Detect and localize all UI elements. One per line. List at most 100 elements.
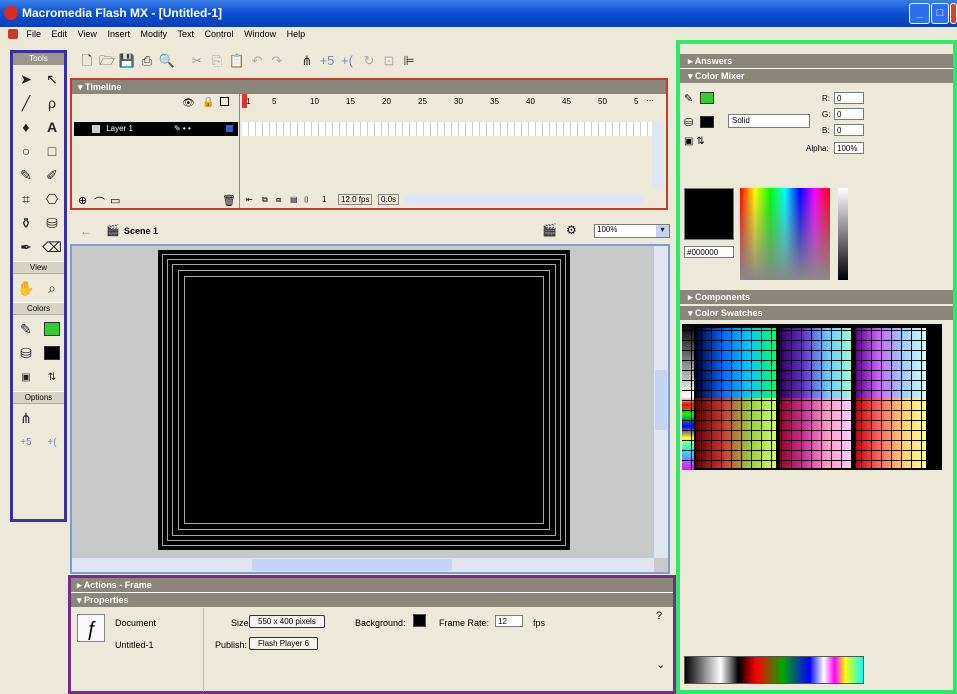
straighten-icon[interactable]: +( <box>41 431 63 453</box>
close-button[interactable] <box>950 3 957 24</box>
mixer-fill-swatch[interactable] <box>700 116 714 128</box>
lock-icon[interactable]: 🔒 <box>202 97 214 108</box>
fill-color-swatch[interactable] <box>41 342 63 364</box>
back-arrow-icon[interactable]: ← <box>80 224 92 238</box>
straighten-toolbar-icon[interactable]: +( <box>338 52 356 70</box>
help-icon[interactable]: ? <box>656 610 662 622</box>
pencil-tool-icon[interactable]: ✎ <box>15 164 37 186</box>
properties-panel-header[interactable]: ▾ Properties <box>71 592 673 607</box>
print-preview-icon[interactable]: 🔍 <box>158 52 176 70</box>
line-tool-icon[interactable]: ╱ <box>15 92 37 114</box>
oval-tool-icon[interactable]: ○ <box>15 140 37 162</box>
subselect-tool-icon[interactable]: ↖ <box>41 68 63 90</box>
color-spectrum[interactable] <box>740 188 830 280</box>
smooth-toolbar-icon[interactable]: +5 <box>318 52 336 70</box>
fill-style-select[interactable]: Solid <box>728 114 810 128</box>
size-button[interactable]: 550 x 400 pixels <box>249 615 325 628</box>
color-mixer-header[interactable]: ▾ Color Mixer <box>680 68 953 83</box>
align-icon[interactable]: ⊫ <box>400 52 418 70</box>
edit-symbols-icon[interactable]: ⚙ <box>566 223 577 237</box>
ink-bottle-tool-icon[interactable]: ⚱ <box>15 212 37 234</box>
free-transform-tool-icon[interactable]: ⌗ <box>15 188 37 210</box>
layer-row[interactable]: Layer 1 ✎ • • <box>74 122 238 136</box>
edit-multiple-icon[interactable]: ▤ <box>290 195 298 204</box>
layer-color-box[interactable] <box>226 125 233 132</box>
zoom-tool-icon[interactable]: ⌕ <box>41 277 63 299</box>
layer-frames[interactable] <box>242 122 652 136</box>
timeline-title[interactable]: ▾ Timeline <box>72 80 666 94</box>
arrow-tool-icon[interactable]: ➤ <box>15 68 37 90</box>
fill-color-icon[interactable]: ⛁ <box>15 342 37 364</box>
swap-colors-icon[interactable]: ⇅ <box>41 366 63 388</box>
text-tool-icon[interactable]: A <box>41 116 63 138</box>
menu-edit[interactable]: Edit <box>48 27 72 41</box>
gradient-swatches[interactable] <box>684 656 864 684</box>
paint-bucket-tool-icon[interactable]: ⛁ <box>41 212 63 234</box>
rotate-icon[interactable]: ↻ <box>360 52 378 70</box>
components-header[interactable]: ▸ Components <box>680 290 953 304</box>
green-input[interactable] <box>834 108 864 120</box>
brush-tool-icon[interactable]: ✐ <box>41 164 63 186</box>
default-colors-mixer-icon[interactable]: ▣ ⇅ <box>684 136 705 147</box>
default-colors-icon[interactable]: ▣ <box>15 366 37 388</box>
menu-help[interactable]: Help <box>283 27 310 41</box>
eraser-tool-icon[interactable]: ⌫ <box>41 236 63 258</box>
hex-input[interactable] <box>684 246 734 258</box>
menu-insert[interactable]: Insert <box>103 27 134 41</box>
insert-layer-icon[interactable]: ⊕ <box>78 194 87 207</box>
menu-file[interactable]: File <box>23 27 46 41</box>
eye-icon[interactable]: 👁 <box>182 98 195 109</box>
answers-panel-header[interactable]: ▸ Answers <box>680 54 953 68</box>
new-file-icon[interactable]: 🗋 <box>78 52 96 70</box>
paste-icon[interactable]: 📋 <box>228 52 246 70</box>
delete-layer-icon[interactable]: 🗑 <box>222 194 236 207</box>
rectangle-tool-icon[interactable]: □ <box>41 140 63 162</box>
snap-to-objects-icon[interactable]: ⋔ <box>15 407 37 429</box>
redo-icon[interactable]: ↷ <box>268 52 286 70</box>
save-icon[interactable]: 💾 <box>118 52 136 70</box>
scale-icon[interactable]: ⊡ <box>380 52 398 70</box>
stroke-color-swatch[interactable] <box>41 318 63 340</box>
open-file-icon[interactable]: 🗁 <box>98 52 116 70</box>
expand-icon[interactable]: ⌄ <box>656 658 665 671</box>
smooth-icon[interactable]: +5 <box>15 431 37 453</box>
timeline-vscroll[interactable] <box>652 122 664 190</box>
red-input[interactable] <box>834 92 864 104</box>
zoom-select[interactable]: 100% ▾ <box>594 224 670 238</box>
alpha-input[interactable] <box>834 142 864 154</box>
background-color-swatch[interactable] <box>413 614 426 627</box>
hand-tool-icon[interactable]: ✋ <box>15 277 37 299</box>
snap-magnet-icon[interactable]: ⋔ <box>298 52 316 70</box>
menu-modify[interactable]: Modify <box>136 27 171 41</box>
actions-panel-header[interactable]: ▸ Actions - Frame <box>71 578 673 592</box>
publish-button[interactable]: Flash Player 6 <box>249 637 319 650</box>
stage-canvas[interactable] <box>158 250 570 550</box>
timeline-options-icon[interactable]: ⋯ <box>646 96 654 105</box>
swatch-grid[interactable] <box>682 324 942 470</box>
color-swatches-header[interactable]: ▾ Color Swatches <box>680 306 953 320</box>
frame-rate-input[interactable] <box>495 615 523 627</box>
stage-hscroll[interactable] <box>72 558 654 572</box>
center-frame-icon[interactable]: ⇤ <box>246 195 253 204</box>
insert-folder-icon[interactable]: ▭ <box>110 194 120 207</box>
mixer-stroke-swatch[interactable] <box>700 92 714 104</box>
outline-icon[interactable] <box>220 97 229 106</box>
add-guide-layer-icon[interactable]: ⌒ <box>94 194 105 210</box>
menu-window[interactable]: Window <box>240 27 280 41</box>
print-icon[interactable]: ⎙ <box>138 52 156 70</box>
minimize-button[interactable]: _ <box>909 3 930 24</box>
maximize-button[interactable]: □ <box>931 3 949 24</box>
stroke-color-icon[interactable]: ✎ <box>15 318 37 340</box>
blue-input[interactable] <box>834 124 864 136</box>
lasso-tool-icon[interactable]: ρ <box>41 92 63 114</box>
menu-view[interactable]: View <box>74 27 101 41</box>
menu-text[interactable]: Text <box>174 27 199 41</box>
undo-icon[interactable]: ↶ <box>248 52 266 70</box>
eyedropper-tool-icon[interactable]: ✒ <box>15 236 37 258</box>
pen-tool-icon[interactable]: ♦ <box>15 116 37 138</box>
brightness-slider[interactable] <box>838 188 848 280</box>
fill-transform-tool-icon[interactable]: ⎔ <box>41 188 63 210</box>
timeline-hscroll[interactable] <box>404 194 644 205</box>
copy-icon[interactable]: ⎘ <box>208 52 226 70</box>
menu-control[interactable]: Control <box>201 27 238 41</box>
